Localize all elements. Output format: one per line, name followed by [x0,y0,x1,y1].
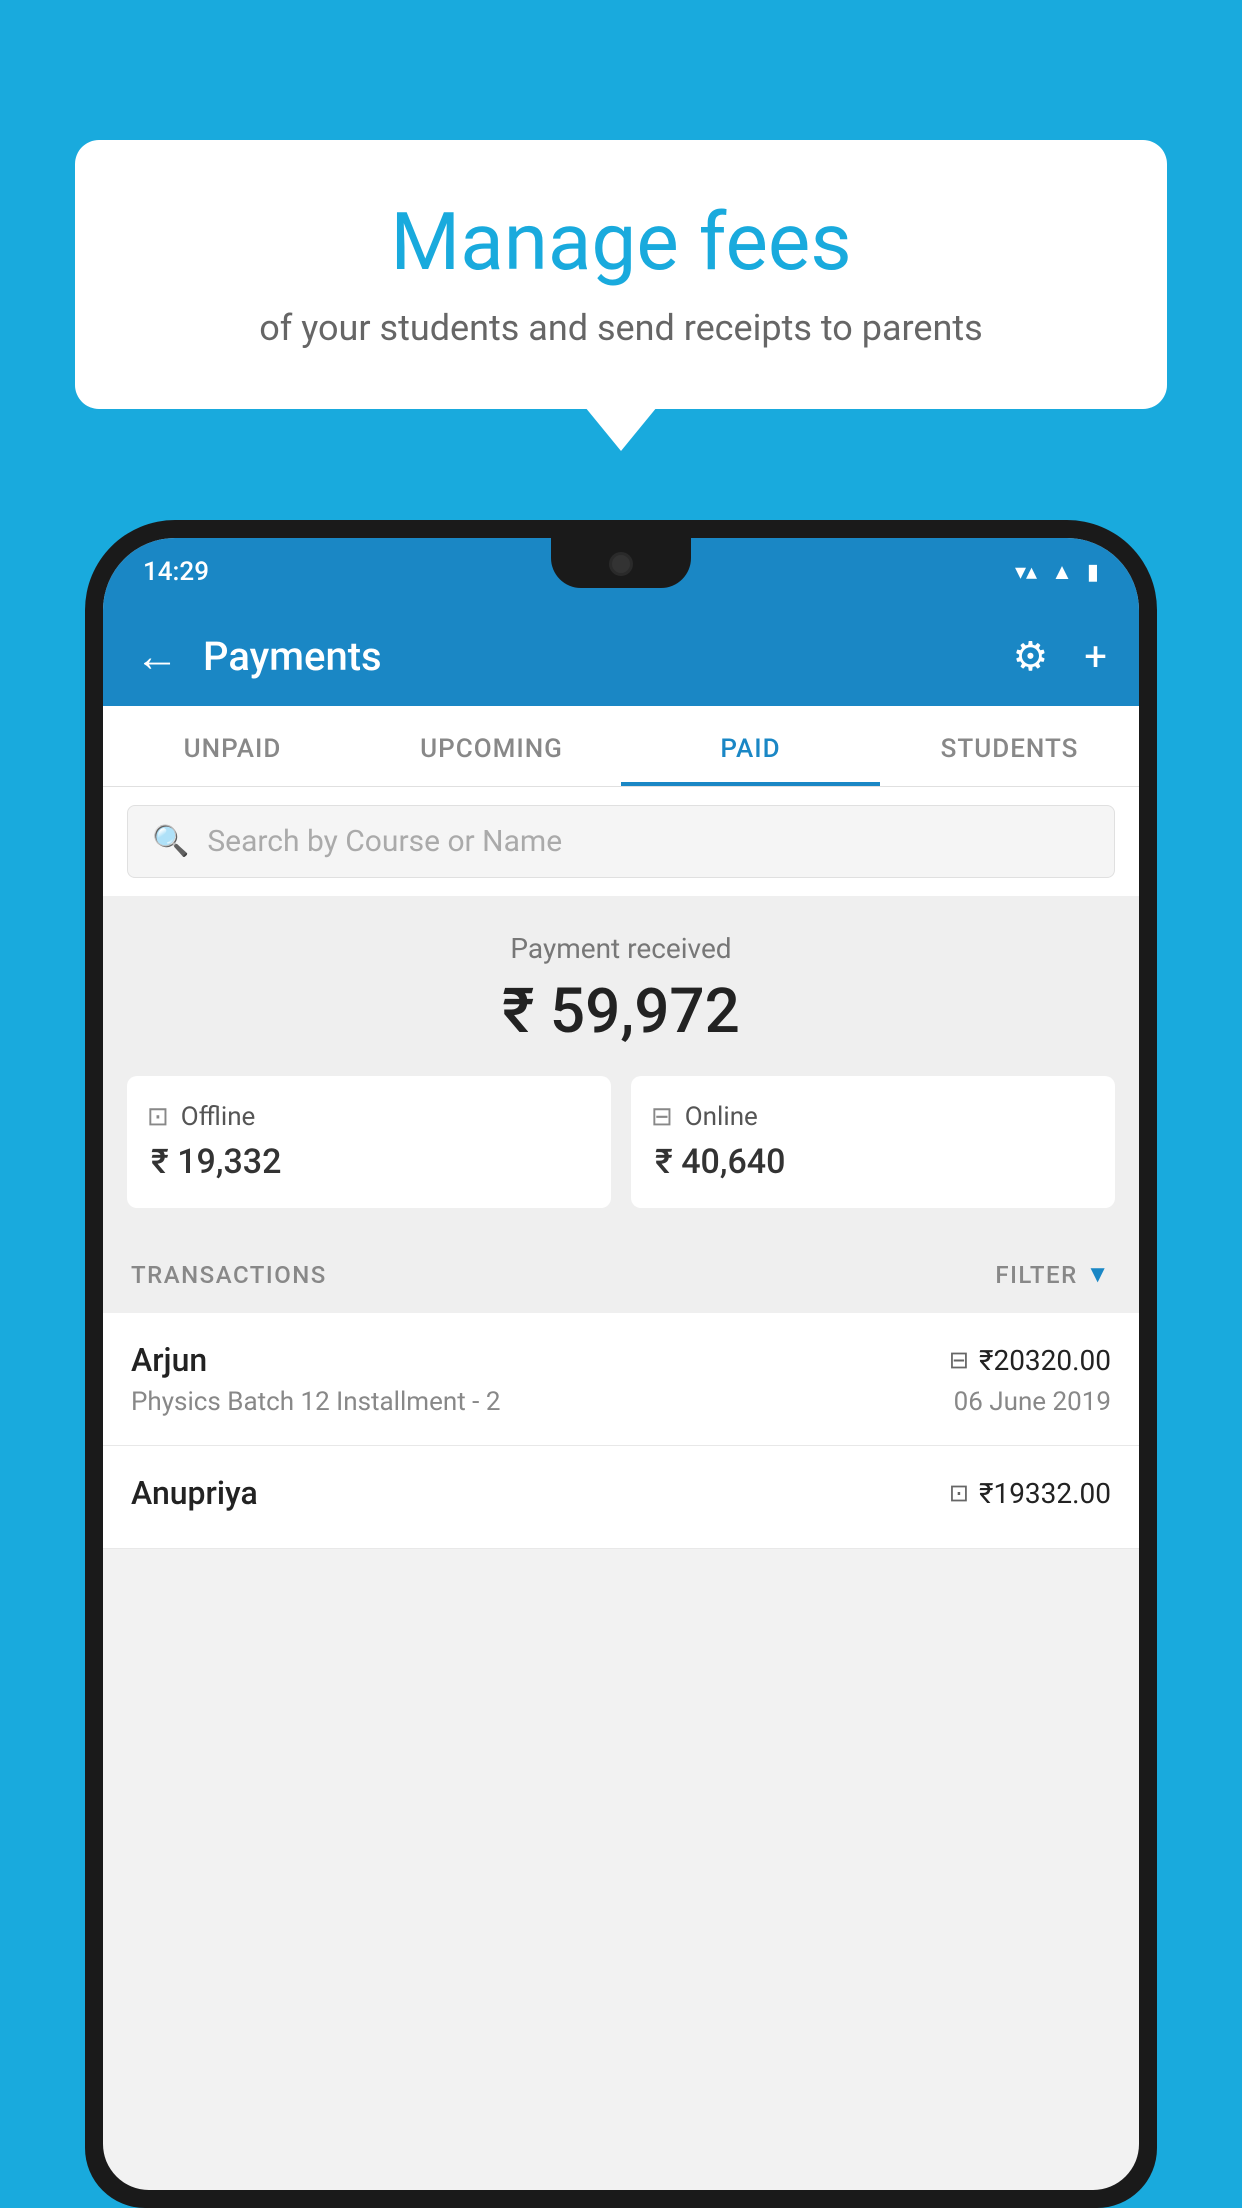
speech-bubble-container: Manage fees of your students and send re… [75,140,1167,409]
table-row[interactable]: Arjun ⊟ ₹20320.00 Physics Batch 12 Insta… [103,1313,1139,1446]
transaction-value: ₹19332.00 [979,1477,1111,1510]
filter-button[interactable]: FILTER ▼ [995,1260,1111,1289]
online-amount: ₹ 40,640 [651,1142,1095,1182]
phone-container: 14:29 ▾▴ ▲ ▮ ← Payments ⚙ + UNPAID UPC [85,520,1157,2208]
app-bar-icons: ⚙ + [1012,633,1107,680]
status-icons: ▾▴ ▲ ▮ [1015,559,1099,585]
payment-total-amount: ₹ 59,972 [127,975,1115,1048]
app-bar: ← Payments ⚙ + [103,606,1139,706]
transaction-amount: ⊟ ₹20320.00 [949,1344,1111,1377]
add-icon[interactable]: + [1084,633,1107,680]
offline-payment-icon: ⊡ [949,1479,969,1507]
transaction-value: ₹20320.00 [979,1344,1111,1377]
transaction-row2: Physics Batch 12 Installment - 2 06 June… [131,1387,1111,1417]
search-icon: 🔍 [152,824,189,859]
online-label: Online [685,1102,758,1132]
phone-frame: 14:29 ▾▴ ▲ ▮ ← Payments ⚙ + UNPAID UPC [85,520,1157,2208]
transactions-label: TRANSACTIONS [131,1261,327,1289]
bubble-subtitle: of your students and send receipts to pa… [135,307,1107,349]
bubble-title: Manage fees [135,195,1107,289]
tab-upcoming[interactable]: UPCOMING [362,706,621,786]
transaction-name: Arjun [131,1341,207,1379]
offline-card-header: ⊡ Offline [147,1102,591,1132]
search-box[interactable]: 🔍 Search by Course or Name [127,805,1115,878]
transactions-header: TRANSACTIONS FILTER ▼ [103,1236,1139,1313]
payment-received-label: Payment received [127,932,1115,965]
settings-icon[interactable]: ⚙ [1012,633,1048,680]
tab-students[interactable]: STUDENTS [880,706,1139,786]
transaction-row1: Arjun ⊟ ₹20320.00 [131,1341,1111,1379]
tab-paid[interactable]: PAID [621,706,880,786]
notch [551,538,691,588]
search-placeholder: Search by Course or Name [207,824,562,859]
transaction-name: Anupriya [131,1474,258,1512]
status-time: 14:29 [143,557,209,587]
tab-unpaid[interactable]: UNPAID [103,706,362,786]
offline-amount: ₹ 19,332 [147,1142,591,1182]
wifi-icon: ▾▴ [1015,560,1037,585]
offline-icon: ⊡ [147,1102,169,1132]
speech-bubble: Manage fees of your students and send re… [75,140,1167,409]
offline-label: Offline [181,1102,256,1132]
tabs: UNPAID UPCOMING PAID STUDENTS [103,706,1139,787]
camera [609,552,633,576]
transaction-course: Physics Batch 12 Installment - 2 [131,1387,500,1417]
payment-summary: Payment received ₹ 59,972 ⊡ Offline ₹ 19… [103,896,1139,1236]
transaction-date: 06 June 2019 [954,1387,1111,1417]
phone-screen: 14:29 ▾▴ ▲ ▮ ← Payments ⚙ + UNPAID UPC [103,538,1139,2190]
back-button[interactable]: ← [135,630,179,682]
battery-icon: ▮ [1087,560,1099,585]
filter-label: FILTER [995,1261,1077,1289]
status-bar: 14:29 ▾▴ ▲ ▮ [103,538,1139,606]
offline-card: ⊡ Offline ₹ 19,332 [127,1076,611,1208]
payment-cards: ⊡ Offline ₹ 19,332 ⊟ Online ₹ 40,640 [127,1076,1115,1208]
online-card-header: ⊟ Online [651,1102,1095,1132]
app-title: Payments [203,633,1012,680]
search-container: 🔍 Search by Course or Name [103,787,1139,896]
signal-icon: ▲ [1051,559,1073,585]
filter-icon: ▼ [1086,1260,1111,1289]
transaction-row1: Anupriya ⊡ ₹19332.00 [131,1474,1111,1512]
transaction-amount: ⊡ ₹19332.00 [949,1477,1111,1510]
online-card: ⊟ Online ₹ 40,640 [631,1076,1115,1208]
table-row[interactable]: Anupriya ⊡ ₹19332.00 [103,1446,1139,1549]
transaction-list: Arjun ⊟ ₹20320.00 Physics Batch 12 Insta… [103,1313,1139,1549]
online-icon: ⊟ [651,1102,673,1132]
online-payment-icon: ⊟ [949,1346,969,1374]
